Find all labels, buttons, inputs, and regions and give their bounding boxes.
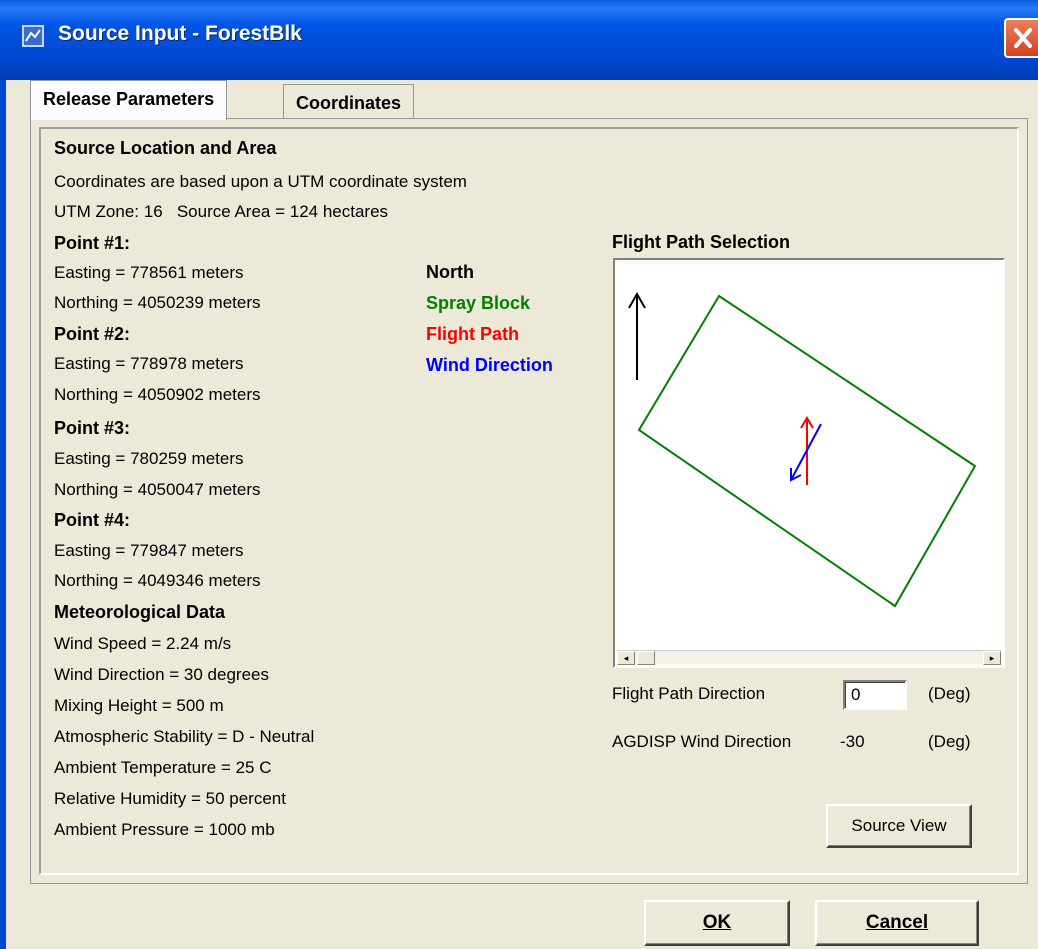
source-heading: Source Location and Area [54,138,277,158]
met-wind-speed: Wind Speed = 2.24 m/s [54,634,232,653]
ok-button[interactable]: OK [644,900,790,946]
point-3-northing: Northing = 4050047 meters [54,480,261,499]
point-1-title: Point #1: [54,233,131,253]
legend-flight-path: Flight Path [426,324,519,344]
point-2-title: Point #2: [54,324,131,344]
title-bar: Source Input - ForestBlk [0,0,1038,80]
met-humidity: Relative Humidity = 50 percent [54,789,286,808]
flight-path-heading: Flight Path Selection [612,232,791,252]
point-4-easting: Easting = 779847 meters [54,541,244,560]
close-button[interactable] [1004,18,1038,58]
legend-spray-block: Spray Block [426,293,531,313]
point-1-easting: Easting = 778561 meters [54,263,244,282]
coord-note: Coordinates are based upon a UTM coordin… [54,172,467,191]
tab-coordinates[interactable]: Coordinates [283,84,415,122]
horizontal-scrollbar[interactable]: ◂ ▸ [617,650,1001,665]
flight-path-direction-unit: (Deg) [928,684,971,703]
point-1-northing: Northing = 4050239 meters [54,293,261,312]
legend-wind-direction: Wind Direction [426,355,553,375]
window-title: Source Input - ForestBlk [58,22,302,45]
zone-area: UTM Zone: 16 Source Area = 124 hectares [54,202,389,221]
flight-path-direction-label: Flight Path Direction [612,684,766,703]
flight-path-plot: ◂ ▸ [613,258,1005,668]
agdisp-wind-direction-value: -30 [840,732,865,751]
agdisp-wind-direction-unit: (Deg) [928,732,971,751]
north-arrow [628,291,646,380]
source-view-button[interactable]: Source View [826,804,972,848]
app-icon [22,25,44,47]
met-temperature: Ambient Temperature = 25 C [54,758,272,777]
close-icon [1014,28,1032,48]
scroll-right-icon[interactable]: ▸ [983,651,1001,665]
point-4-northing: Northing = 4049346 meters [54,571,261,590]
scroll-thumb[interactable] [637,651,655,665]
cancel-button[interactable]: Cancel [815,900,979,946]
point-4-title: Point #4: [54,510,131,530]
scroll-left-icon[interactable]: ◂ [617,651,635,665]
legend-north: North [426,262,474,282]
agdisp-wind-direction-label: AGDISP Wind Direction [612,732,792,751]
point-3-title: Point #3: [54,418,131,438]
met-mixing-height: Mixing Height = 500 m [54,696,224,715]
met-heading: Meteorological Data [54,602,226,622]
point-3-easting: Easting = 780259 meters [54,449,244,468]
tab-release-parameters[interactable]: Release Parameters [30,80,228,120]
met-pressure: Ambient Pressure = 1000 mb [54,820,275,839]
flight-path-direction-input[interactable] [843,680,907,710]
point-2-northing: Northing = 4050902 meters [54,385,261,404]
met-wind-direction: Wind Direction = 30 degrees [54,665,269,684]
met-stability: Atmospheric Stability = D - Neutral [54,727,315,746]
point-2-easting: Easting = 778978 meters [54,354,244,373]
